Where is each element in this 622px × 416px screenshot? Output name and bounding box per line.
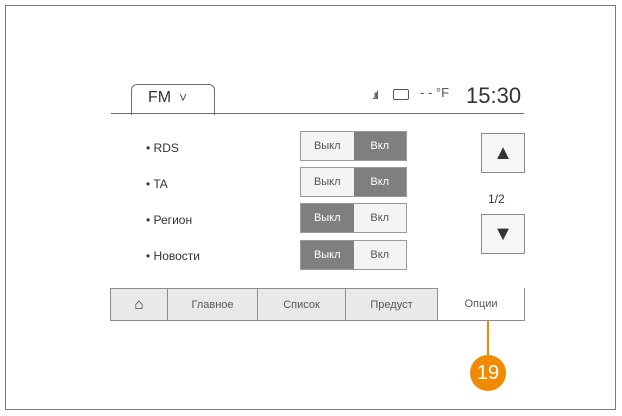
chevron-down-icon[interactable]: ˅ [179,89,187,105]
setting-label-region: • Регион [146,213,193,227]
toggle-region-on[interactable]: Вкл [353,204,406,232]
tab-list[interactable]: Список [257,288,345,321]
setting-label-ta: • TA [146,177,168,191]
callout-line [487,321,489,355]
toggle-ta[interactable]: Выкл Вкл [300,167,407,197]
toggle-news-on[interactable]: Вкл [353,241,406,269]
page-indicator: 1/2 [488,192,505,206]
source-tab[interactable] [131,84,215,115]
callout-badge: 19 [470,355,506,391]
home-icon: ⌂ [134,296,144,313]
bottom-tab-bar: ⌂ Главное Список Предуст Опции [110,288,525,321]
clock: 15:30 [466,83,522,108]
toggle-rds-off[interactable]: Выкл [301,132,354,160]
tab-options[interactable]: Опции [437,288,525,321]
signal-icon: .ııl [372,88,379,102]
setting-label-news: • Новости [146,249,200,263]
toggle-region-off[interactable]: Выкл [301,204,354,232]
toggle-news[interactable]: Выкл Вкл [300,240,407,270]
toggle-rds-on[interactable]: Вкл [353,132,406,160]
arrow-down-icon: ▼ [493,222,513,245]
toggle-region[interactable]: Выкл Вкл [300,203,407,233]
setting-label-rds: • RDS [146,141,179,155]
scroll-down-button[interactable]: ▼ [481,214,525,254]
header-divider [111,113,524,114]
tab-preset[interactable]: Предуст [345,288,437,321]
toggle-news-off[interactable]: Выкл [301,241,354,269]
scroll-up-button[interactable]: ▲ [481,133,525,173]
temperature-status: - - °F [420,85,450,100]
toggle-ta-on[interactable]: Вкл [353,168,406,196]
tab-main[interactable]: Главное [167,288,257,321]
source-label[interactable]: FM [148,89,171,107]
toggle-rds[interactable]: Выкл Вкл [300,131,407,161]
sd-card-icon [393,89,409,100]
toggle-ta-off[interactable]: Выкл [301,168,354,196]
home-button[interactable]: ⌂ [110,288,167,321]
arrow-up-icon: ▲ [493,141,513,164]
